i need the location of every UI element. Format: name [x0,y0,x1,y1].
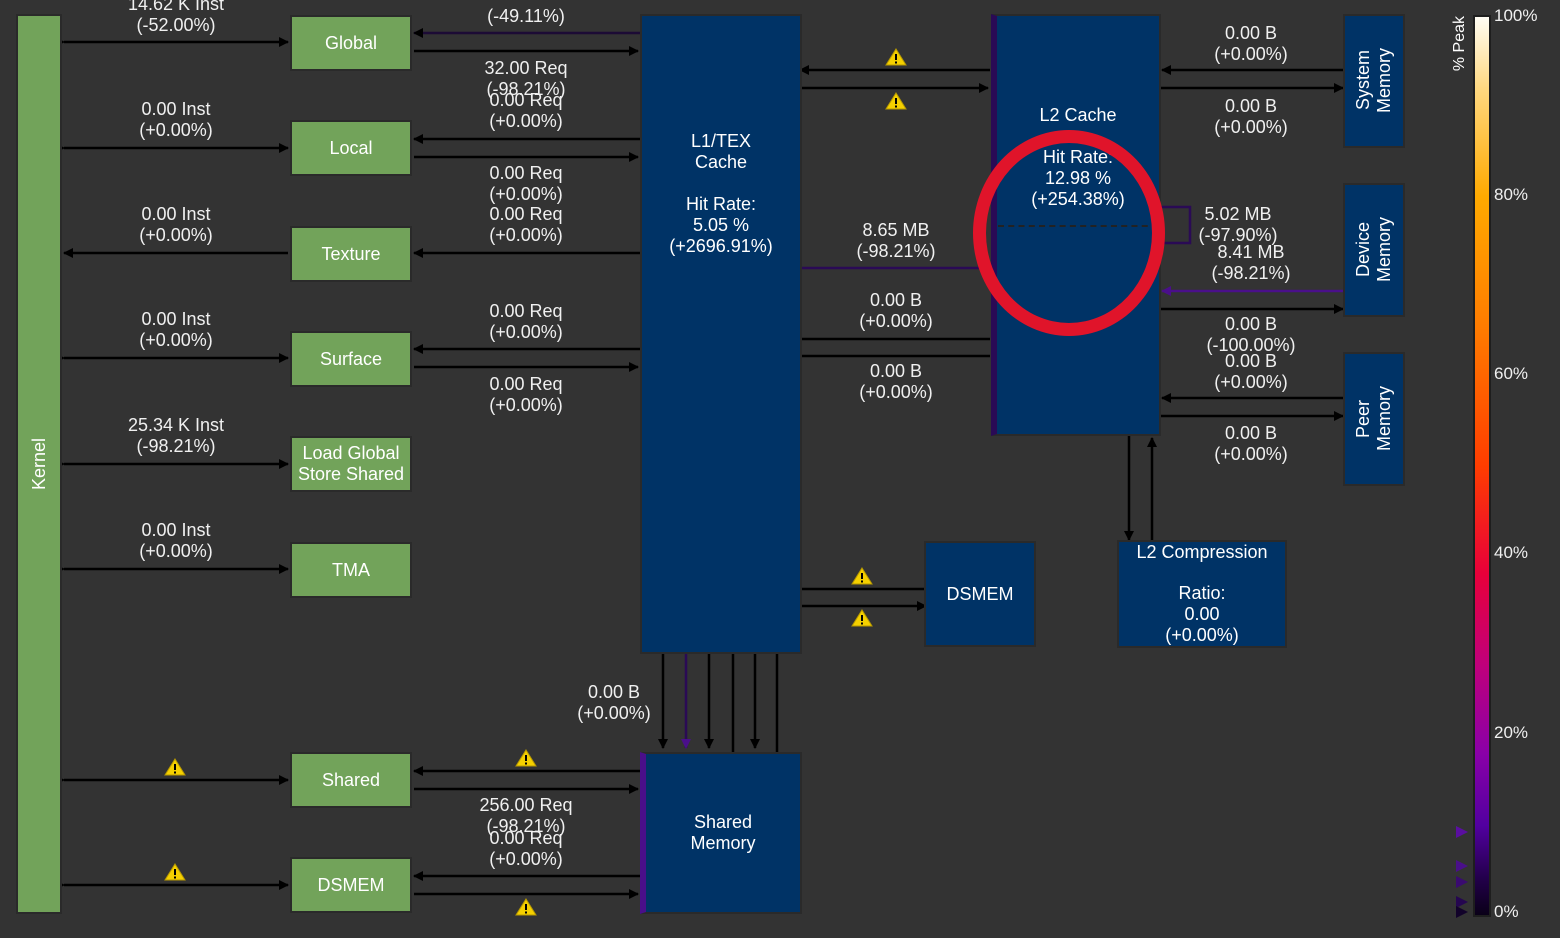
warning-icon[interactable] [851,567,873,585]
local-label: Local [329,137,373,158]
smem-title-1: Shared [693,812,753,832]
warning-icon[interactable] [851,609,873,627]
l1-hit-delta: (+2696.91%) [669,236,773,256]
peer-memory-line2: Memory [1374,386,1394,452]
l1-title-1: L1/TEX [690,131,752,151]
warning-icon[interactable] [515,898,537,916]
device-read-label: 5.02 MB (-97.90%) [1198,204,1278,245]
warning-icon[interactable] [885,92,907,110]
legend-markers [1456,826,1468,918]
legend-marker [1456,876,1468,888]
l2c-ratio-value: 0.00 [1184,604,1220,624]
surface-unit[interactable]: Surface [290,331,412,387]
warning-icon[interactable] [164,758,186,776]
legend-tick-20: 20% [1494,723,1529,742]
local-req-in-label: 0.00 Req (+0.00%) [489,90,563,131]
l2c-title: L2 Compression [1136,542,1268,562]
tma-inst-label: 0.00 Inst (+0.00%) [139,520,213,561]
tma-unit[interactable]: TMA [290,542,412,598]
kernel-label: Kernel [28,437,49,491]
shared-memory[interactable]: Shared Memory [640,752,802,914]
smem-title-2: Memory [690,833,756,853]
lgss-label-2: Store Shared [297,464,405,484]
lgss-unit[interactable]: Load Global Store Shared [290,436,412,492]
l1-hit-label: Hit Rate: [685,194,757,214]
global-req-in-label: (-49.11%) [487,6,565,26]
texture-req-label: 0.00 Req (+0.00%) [489,204,563,245]
l1-l2-label-1: 8.65 MB (-98.21%) [856,220,936,261]
legend-marker [1456,860,1468,872]
shared-unit[interactable]: Shared [290,752,412,808]
system-memory[interactable]: System Memory [1343,14,1405,148]
device-memory-line1: Device [1353,222,1373,278]
system-out-label: 0.00 B (+0.00%) [1214,96,1288,137]
l2c-ratio-label: Ratio: [1178,583,1226,603]
dsmem-label: DSMEM [946,583,1014,604]
l2-title: L2 Cache [1039,105,1117,125]
dsmem-left-label: DSMEM [317,874,385,895]
legend-marker [1456,826,1468,838]
l1-tex-cache[interactable]: L1/TEX Cache Hit Rate: 5.05 % (+2696.91%… [640,14,802,654]
legend-tick-100: 100% [1494,6,1538,25]
l2-compression[interactable]: L2 Compression Ratio: 0.00 (+0.00%) [1117,540,1287,648]
system-memory-line1: System [1353,50,1373,111]
legend-tick-0: 0% [1494,902,1519,921]
l1-l2-label-2: 0.00 B (+0.00%) [859,290,933,331]
texture-inst-label: 0.00 Inst (+0.00%) [139,204,213,245]
texture-unit[interactable]: Texture [290,226,412,282]
texture-label: Texture [321,243,381,264]
device-out-label: 0.00 B (-100.00%) [1206,314,1296,355]
highlight-ring [973,130,1165,336]
legend-tick-60: 60% [1494,364,1529,383]
local-req-out-label: 0.00 Req (+0.00%) [489,163,563,204]
warning-icon[interactable] [515,749,537,767]
shared-label: Shared [321,769,381,790]
global-label: Global [324,32,378,53]
legend-tick-40: 40% [1494,543,1529,562]
peak-legend-bar [1473,15,1491,917]
surface-req-in-label: 0.00 Req (+0.00%) [489,301,563,342]
dsmem-unit[interactable]: DSMEM [924,541,1036,647]
surface-req-out-label: 0.00 Req (+0.00%) [489,374,563,415]
surface-inst-label: 0.00 Inst (+0.00%) [139,309,213,350]
system-memory-line2: Memory [1374,48,1394,114]
peer-in-label: 0.00 B (+0.00%) [1214,351,1288,392]
memory-chart: Kernel Global Local Texture Surface Load… [0,0,1560,938]
warning-icon[interactable] [885,48,907,66]
l1-l2-label-3: 0.00 B (+0.00%) [859,361,933,402]
lgss-label-1: Load Global [302,443,400,463]
system-in-label: 0.00 B (+0.00%) [1214,23,1288,64]
local-unit[interactable]: Local [290,120,412,176]
device-in-label: 8.41 MB (-98.21%) [1211,242,1291,283]
legend-marker [1456,896,1468,908]
l1-hit-value: 5.05 % [692,215,750,235]
global-unit[interactable]: Global [290,15,412,71]
lgss-inst-label: 25.34 K Inst (-98.21%) [127,415,225,456]
tma-label: TMA [332,559,370,580]
peer-out-label: 0.00 B (+0.00%) [1214,423,1288,464]
peer-memory-line1: Peer [1353,399,1373,439]
legend-title: % Peak [1451,16,1468,72]
kernel-unit[interactable]: Kernel [16,14,62,914]
dsmem-req-in-label: 0.00 Req (+0.00%) [489,828,563,869]
warning-icon[interactable] [164,863,186,881]
device-memory-line2: Memory [1374,217,1394,283]
device-memory[interactable]: Device Memory [1343,183,1405,317]
l2c-ratio-delta: (+0.00%) [1165,625,1239,645]
l1-title-2: Cache [694,152,748,172]
legend-tick-80: 80% [1494,185,1529,204]
peer-memory[interactable]: Peer Memory [1343,352,1405,486]
dsmem-left-unit[interactable]: DSMEM [290,857,412,913]
local-inst-label: 0.00 Inst (+0.00%) [139,99,213,140]
global-inst-label: 14.62 K Inst (-52.00%) [127,0,225,35]
l1-smem-label: 0.00 B (+0.00%) [577,682,651,723]
legend-marker [1456,906,1468,918]
surface-label: Surface [319,348,383,369]
